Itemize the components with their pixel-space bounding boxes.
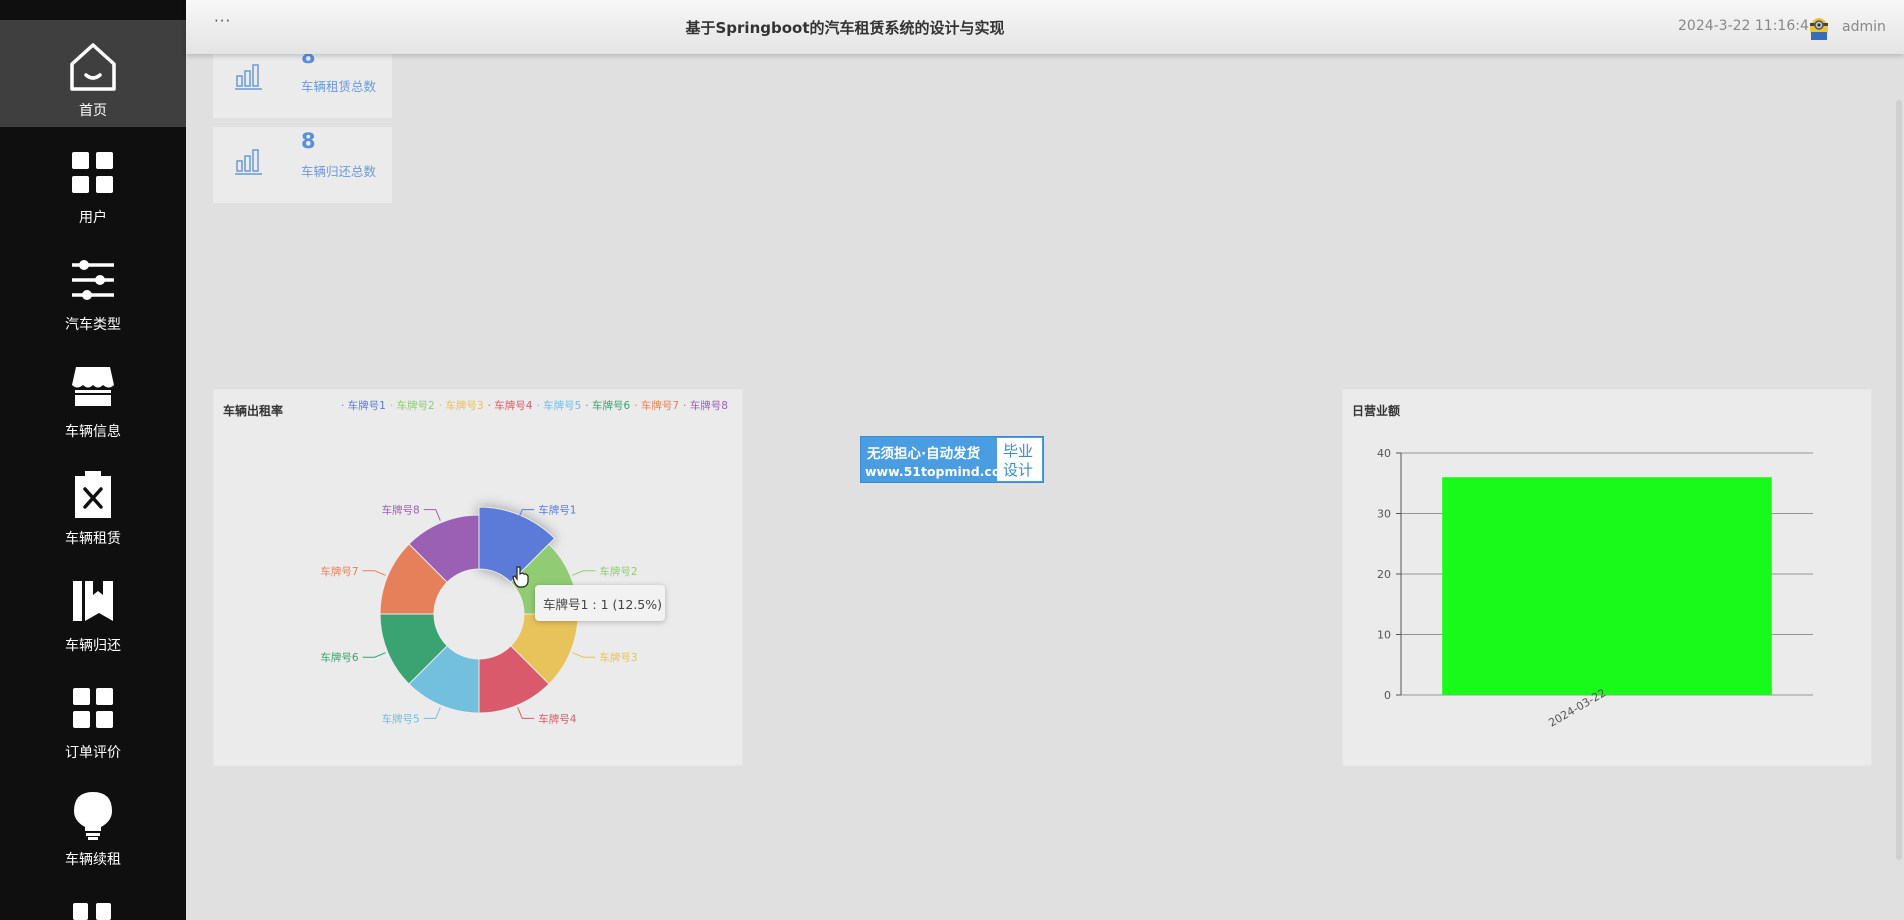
- y-tick-label: 0: [1384, 689, 1391, 702]
- sidebar-item-renewal[interactable]: 车辆续租: [0, 769, 186, 876]
- sidebar-item-car-types[interactable]: 汽车类型: [0, 234, 186, 341]
- stat-value: 8: [301, 129, 316, 153]
- sidebar-item-label: 首页: [79, 103, 107, 119]
- avatar[interactable]: [1808, 15, 1830, 41]
- pie-label: 车牌号2: [599, 565, 637, 578]
- badge-box: 毕业 设计: [997, 438, 1042, 481]
- page-scrollbar[interactable]: [1896, 100, 1902, 860]
- pie-label-line: [362, 570, 386, 576]
- bar-chart-icon: [235, 64, 262, 90]
- shop-icon: [72, 367, 114, 406]
- pie-label-line: [572, 570, 596, 576]
- pie-label-line: [362, 652, 386, 658]
- sidebar-item-label: 车辆归还: [65, 638, 121, 654]
- sidebar-item-reviews[interactable]: 订单评价: [0, 662, 186, 769]
- bookmark-icon: [73, 581, 113, 621]
- sidebar: 首页 用户 汽车类型 车辆信息 车辆租赁 车辆归还 订单评价 车辆续租: [0, 0, 186, 920]
- badge-box-line2: 设计: [1003, 461, 1034, 479]
- y-tick-label: 20: [1377, 568, 1391, 581]
- sidebar-item-label: 车辆信息: [65, 424, 121, 440]
- y-tick-label: 10: [1377, 629, 1391, 642]
- daily-revenue-panel: 日营业额 0 10 20 30 40 2024-03-22: [1342, 389, 1872, 766]
- sidebar-item-return[interactable]: 车辆归还: [0, 555, 186, 662]
- stat-card-returns: 8 车辆归还总数: [213, 127, 392, 203]
- sidebar-item-vehicle-info[interactable]: 车辆信息: [0, 341, 186, 448]
- sidebar-item-users[interactable]: 用户: [0, 127, 186, 234]
- sidebar-item-label: 汽车类型: [65, 317, 121, 333]
- grid-icon: [72, 152, 113, 193]
- pie-label: 车牌号6: [320, 651, 358, 664]
- promo-badge[interactable]: 无须担心·自动发货 www.51topmind.com 毕业 设计: [860, 436, 1044, 483]
- pie-label: 车牌号3: [599, 651, 637, 664]
- sidebar-item-rental[interactable]: 车辆租赁: [0, 448, 186, 555]
- bar-chart: 0102030402024-03-22: [1377, 447, 1813, 730]
- pie-label: 车牌号7: [320, 565, 358, 578]
- sliders-icon: [72, 260, 114, 300]
- pie-label: 车牌号8: [382, 504, 420, 517]
- pie-label-line: [517, 707, 535, 719]
- current-datetime: 2024-3-22 11:16:4: [1678, 18, 1809, 34]
- bulb-icon: [74, 792, 112, 840]
- bar: [1442, 477, 1772, 695]
- page-title: 基于Springboot的汽车租赁系统的设计与实现: [685, 19, 1005, 37]
- y-tick-label: 40: [1377, 447, 1391, 460]
- stat-label: 车辆租赁总数: [301, 79, 377, 94]
- pie-tooltip: 车牌号1 : 1 (12.5%): [535, 585, 665, 621]
- pie-label-line: [423, 707, 441, 719]
- grid-icon: [73, 903, 111, 920]
- pie-label-line: [572, 652, 596, 658]
- sidebar-item-label: 车辆续租: [65, 852, 121, 868]
- sidebar-item-label: 用户: [79, 210, 107, 226]
- badge-box-line1: 毕业: [1003, 442, 1034, 460]
- sidebar-item-home[interactable]: 首页: [0, 20, 186, 127]
- top-header: ··· 基于Springboot的汽车租赁系统的设计与实现 2024-3-22 …: [186, 0, 1904, 54]
- sidebar-item-label: 车辆租赁: [65, 531, 121, 547]
- bar-chart-icon: [235, 149, 262, 175]
- pie-label-line: [423, 509, 441, 521]
- pie-label: 车牌号5: [382, 712, 420, 725]
- sidebar-item-label: 订单评价: [65, 745, 121, 761]
- hand-cursor-icon: [512, 566, 529, 588]
- pie-label: 车牌号1: [538, 504, 576, 517]
- stat-label: 车辆归还总数: [301, 164, 377, 179]
- clipboard-x-icon: [75, 471, 111, 518]
- badge-line2: www.51topmind.com: [865, 464, 1014, 479]
- pie-label: 车牌号4: [538, 712, 576, 725]
- home-icon: [70, 43, 116, 91]
- username[interactable]: admin: [1842, 19, 1886, 35]
- badge-line1: 无须担心·自动发货: [867, 446, 981, 462]
- rental-rate-panel: 车辆出租率 · 车牌号1 · 车牌号2 · 车牌号3 · 车牌号4 · 车牌号5 · 车牌…: [213, 389, 743, 766]
- pie-chart: 车牌号1 车牌号2 车牌号3 车牌号4 车牌号5 车牌号6 车牌号7 车牌号8: [320, 504, 637, 726]
- grid-icon: [73, 688, 113, 728]
- y-tick-label: 30: [1377, 508, 1391, 521]
